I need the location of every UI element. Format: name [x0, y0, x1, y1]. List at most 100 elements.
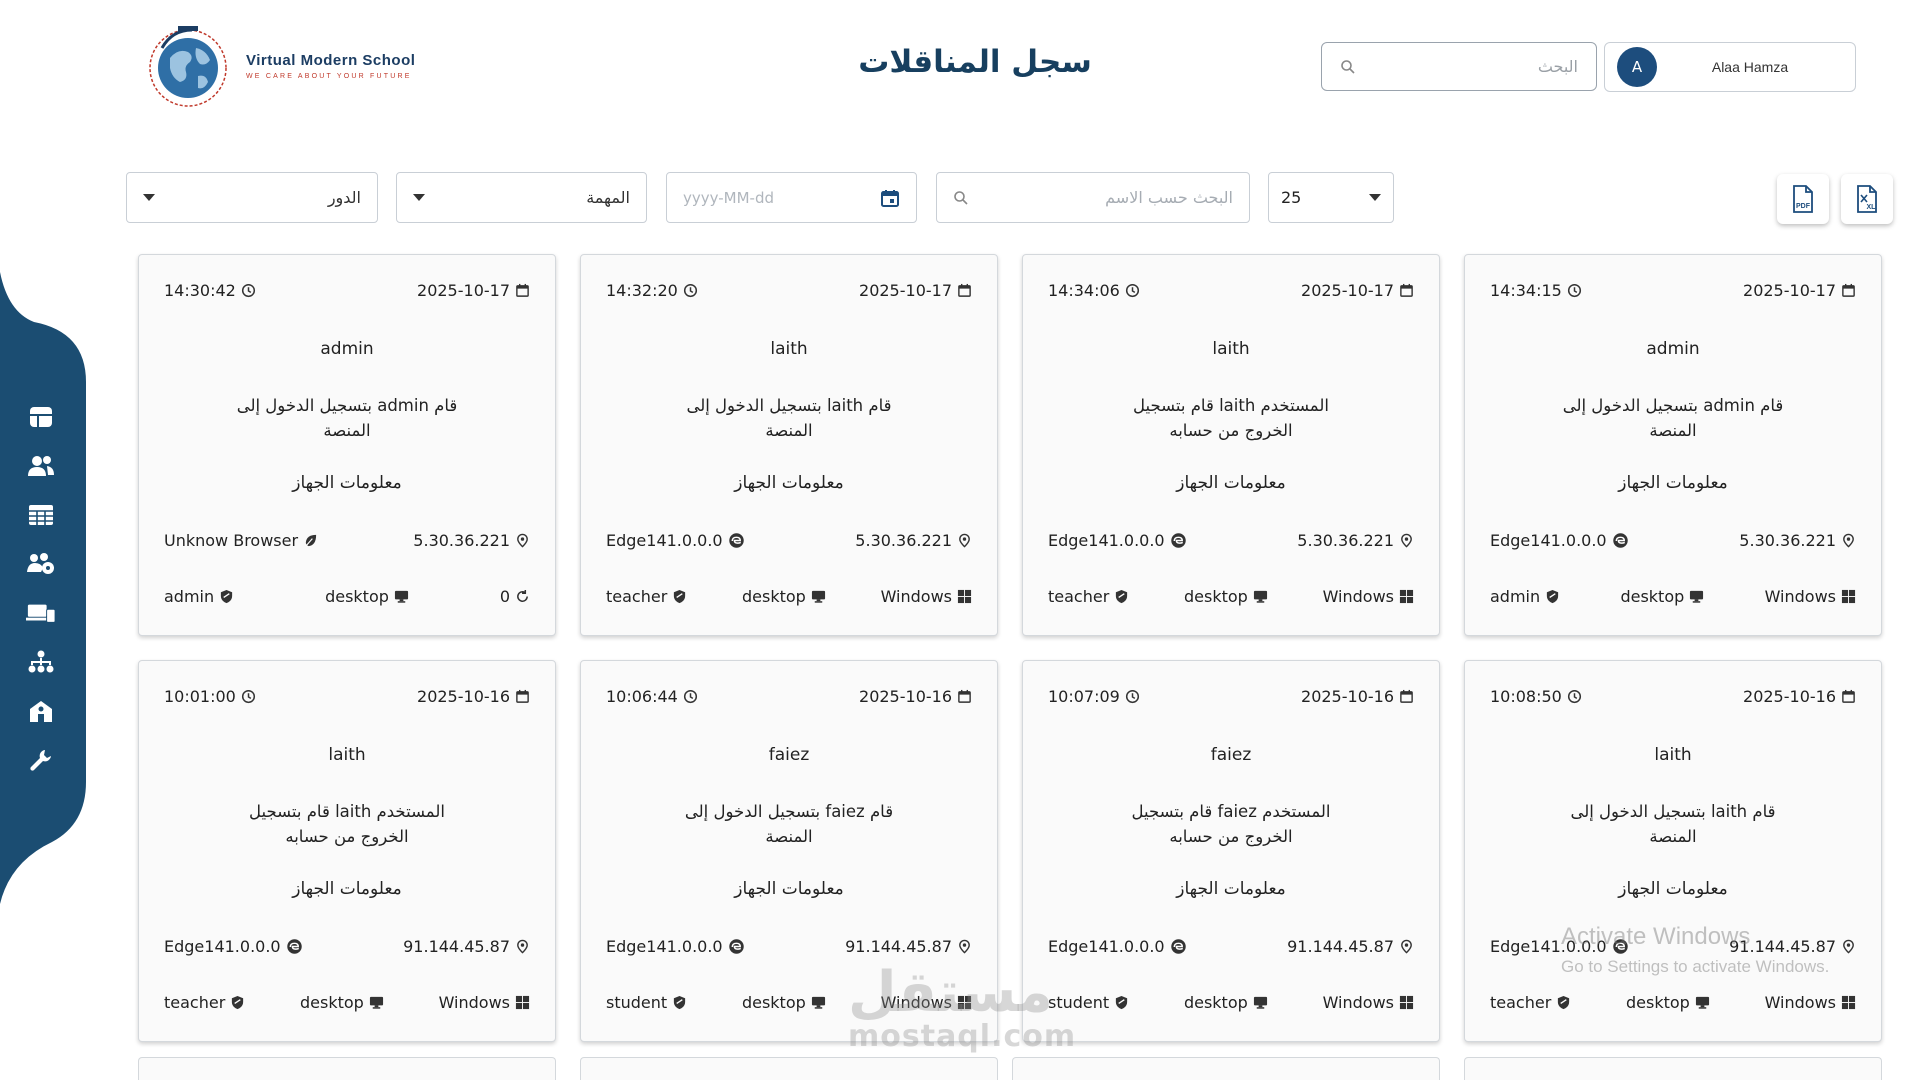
chevron-down-icon	[143, 194, 155, 201]
svg-text:XL: XL	[1867, 204, 1877, 211]
calendar-icon	[1400, 283, 1413, 297]
calendar-icon[interactable]	[880, 188, 900, 208]
brand-watermark: مستقل mostaql.com	[848, 960, 1077, 1054]
user-role: student	[606, 993, 687, 1012]
hierarchy-icon[interactable]	[26, 647, 56, 676]
log-card[interactable]: 14:30:42 2025-10-17 admin قام admin بتسج…	[138, 254, 556, 636]
sidebar	[0, 272, 88, 904]
name-search-placeholder: البحث حسب الاسم	[1105, 188, 1233, 207]
log-card[interactable]: 14:34:06 2025-10-17 laith المستخدم laith…	[1022, 254, 1440, 636]
log-date: 2025-10-17	[1743, 281, 1856, 300]
location-pin-icon	[517, 939, 528, 954]
page-size-select[interactable]: 25	[1268, 172, 1394, 223]
log-card-partial[interactable]	[138, 1057, 556, 1080]
windows-icon	[1841, 995, 1856, 1010]
log-date: 2025-10-16	[417, 687, 530, 706]
log-card-partial[interactable]	[580, 1057, 998, 1080]
operating-system: Windows	[881, 587, 972, 606]
name-search-input[interactable]: البحث حسب الاسم	[936, 172, 1250, 223]
shield-icon	[221, 589, 233, 604]
log-card[interactable]: 10:01:00 2025-10-16 laith المستخدم laith…	[138, 660, 556, 1042]
log-date: 2025-10-16	[1743, 687, 1856, 706]
date-input[interactable]: yyyy-MM-dd	[666, 172, 917, 223]
user-role: teacher	[164, 993, 245, 1012]
user-role: teacher	[606, 587, 687, 606]
log-action: قام faiez بتسجيل الدخول إلى المنصة	[684, 802, 894, 846]
device-info-title: معلومات الجهاز	[1618, 879, 1728, 899]
log-username: admin	[1646, 339, 1700, 359]
browser-info: Edge141.0.0.0	[606, 531, 745, 550]
role-select[interactable]: الدور	[126, 172, 378, 223]
log-time: 10:07:09	[1048, 687, 1140, 706]
location-pin-icon	[1401, 533, 1412, 548]
ip-address: 91.144.45.87	[845, 937, 972, 956]
log-card-partial[interactable]	[1012, 1057, 1440, 1080]
desktop-icon	[1253, 590, 1267, 603]
user-role: admin	[1490, 587, 1560, 606]
devices-icon[interactable]	[26, 598, 56, 627]
log-date: 2025-10-17	[859, 281, 972, 300]
desktop-icon	[1695, 996, 1709, 1009]
operating-system: Windows	[1765, 587, 1856, 606]
role-select-label: الدور	[327, 188, 361, 207]
task-select[interactable]: المهمة	[396, 172, 647, 223]
desktop-icon	[811, 590, 825, 603]
group-settings-icon[interactable]	[26, 549, 56, 578]
device-info-title: معلومات الجهاز	[734, 473, 844, 493]
excel-file-icon: XL	[1857, 185, 1877, 213]
log-time: 14:34:15	[1490, 281, 1582, 300]
device-info-title: معلومات الجهاز	[1618, 473, 1728, 493]
calendar-icon	[516, 689, 529, 703]
school-icon[interactable]	[26, 696, 56, 725]
page-size-value: 25	[1281, 188, 1302, 207]
user-menu[interactable]: A Alaa Hamza	[1604, 42, 1856, 92]
log-card[interactable]: 10:08:50 2025-10-16 laith قام laith بتسج…	[1464, 660, 1882, 1042]
clock-icon	[683, 283, 697, 298]
log-username: laith	[770, 339, 808, 359]
device-type: desktop	[300, 993, 384, 1012]
calendar-icon	[1842, 283, 1855, 297]
operating-system: 0	[500, 587, 530, 606]
export-excel-button[interactable]: XL	[1841, 174, 1893, 224]
table-icon[interactable]	[26, 500, 56, 529]
operating-system: Windows	[1765, 993, 1856, 1012]
user-name: Alaa Hamza	[1711, 59, 1789, 75]
svg-text:PDF: PDF	[1796, 203, 1811, 210]
dashboard-icon[interactable]	[26, 402, 56, 431]
search-icon	[954, 190, 968, 205]
log-card[interactable]: 14:32:20 2025-10-17 laith قام laith بتسج…	[580, 254, 998, 636]
ip-address: 91.144.45.87	[403, 937, 530, 956]
device-type: desktop	[1184, 587, 1268, 606]
operating-system: Windows	[439, 993, 530, 1012]
log-date: 2025-10-16	[859, 687, 972, 706]
device-type: desktop	[1184, 993, 1268, 1012]
log-card[interactable]: 10:07:09 2025-10-16 faiez المستخدم faiez…	[1022, 660, 1440, 1042]
log-card-partial[interactable]	[1464, 1057, 1882, 1080]
log-username: laith	[328, 745, 366, 765]
wrench-icon[interactable]	[26, 745, 56, 774]
device-type: desktop	[325, 587, 409, 606]
desktop-icon	[1253, 996, 1267, 1009]
global-search-input[interactable]: البحث	[1321, 42, 1597, 91]
device-type: desktop	[742, 993, 826, 1012]
log-card[interactable]: 14:34:15 2025-10-17 admin قام admin بتسج…	[1464, 254, 1882, 636]
chevron-down-icon	[1369, 194, 1381, 201]
log-username: admin	[320, 339, 374, 359]
browser-info: Edge141.0.0.0	[1048, 937, 1187, 956]
device-info-title: معلومات الجهاز	[292, 879, 402, 899]
edge-icon	[728, 533, 744, 548]
user-role: teacher	[1490, 993, 1571, 1012]
calendar-icon	[1400, 689, 1413, 703]
log-username: faiez	[768, 745, 810, 765]
users-icon[interactable]	[26, 451, 56, 480]
log-action: المستخدم faiez قام بتسجيل الخروج من حساب…	[1131, 802, 1331, 846]
shield-icon	[232, 995, 244, 1010]
windows-icon	[515, 995, 530, 1010]
avatar[interactable]: A	[1617, 47, 1657, 87]
ip-address: 5.30.36.221	[1297, 531, 1414, 550]
export-pdf-button[interactable]: PDF	[1777, 174, 1829, 224]
edge-icon	[728, 939, 744, 954]
edge-icon	[286, 939, 302, 954]
leaf-icon	[305, 534, 317, 547]
log-username: faiez	[1210, 745, 1252, 765]
